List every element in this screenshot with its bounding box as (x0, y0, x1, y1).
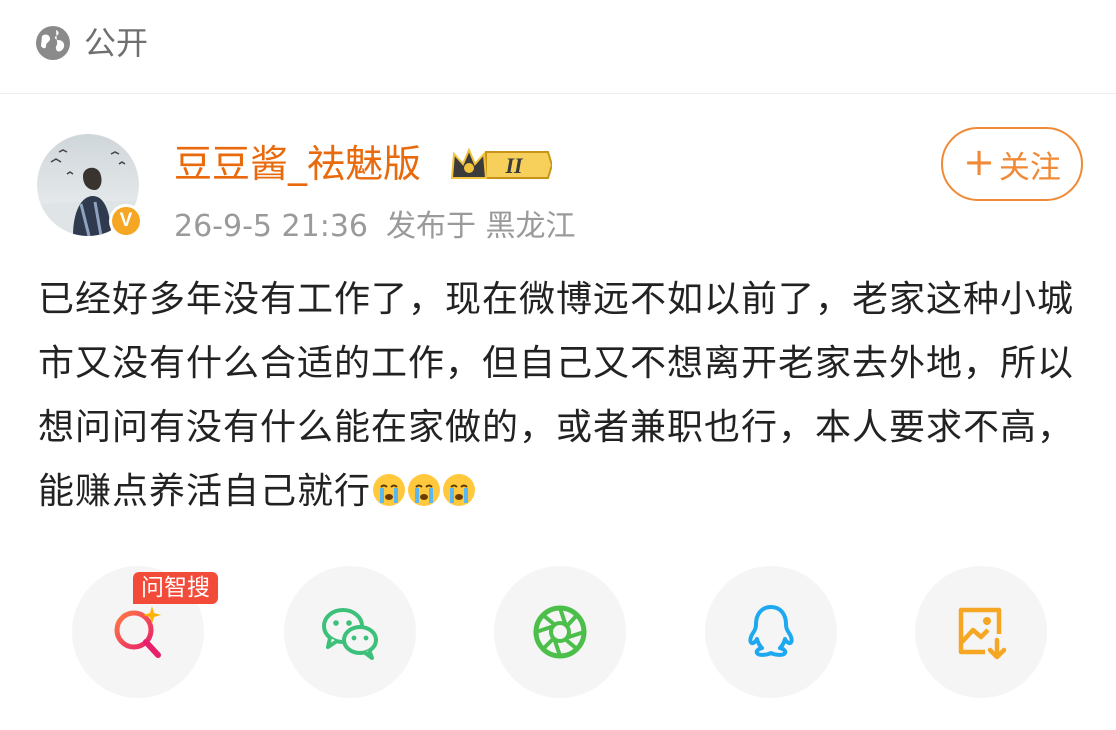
post-location: 发布于 黑龙江 (386, 209, 576, 244)
post-meta: 26-9-5 21:36 发布于 黑龙江 (174, 206, 576, 248)
crown-rank-badge-icon[interactable]: II (450, 144, 552, 186)
plus-icon: + (963, 140, 995, 184)
follow-label: 关注 (998, 149, 1061, 186)
post-time: 26-9-5 21:36 (174, 209, 368, 244)
qq-icon (748, 605, 794, 657)
visibility-bar: 公开 (0, 0, 1116, 94)
post-body: 已经好多年没有工作了，现在微博远不如以前了，老家这种小城市又没有什么合适的工作，… (38, 268, 1088, 524)
wechat-icon (322, 608, 378, 660)
moments-icon (533, 605, 587, 659)
avatar[interactable]: V (37, 134, 143, 242)
follow-button[interactable]: + 关注 (941, 127, 1083, 201)
rank-badge-label: II (504, 153, 524, 178)
verified-badge-icon: V (109, 204, 143, 238)
author-name[interactable]: 豆豆酱_祛魅版 (174, 138, 421, 190)
ai-search-tag: 问智搜 (133, 572, 218, 604)
crying-face-emoji (373, 474, 406, 506)
post-text: 已经好多年没有工作了，现在微博远不如以前了，老家这种小城市又没有什么合适的工作，… (38, 279, 1075, 512)
globe-icon (36, 26, 70, 60)
ai-search-icon (114, 606, 161, 658)
crying-face-emoji (443, 474, 476, 506)
save-image-button[interactable] (915, 566, 1047, 698)
share-moments-button[interactable] (494, 566, 626, 698)
visibility-label: 公开 (84, 24, 149, 62)
share-qq-button[interactable] (705, 566, 837, 698)
crying-face-emoji (408, 474, 441, 506)
visibility-indicator[interactable]: 公开 (34, 24, 148, 62)
share-wechat-button[interactable] (284, 566, 416, 698)
save-image-icon (958, 607, 1007, 660)
